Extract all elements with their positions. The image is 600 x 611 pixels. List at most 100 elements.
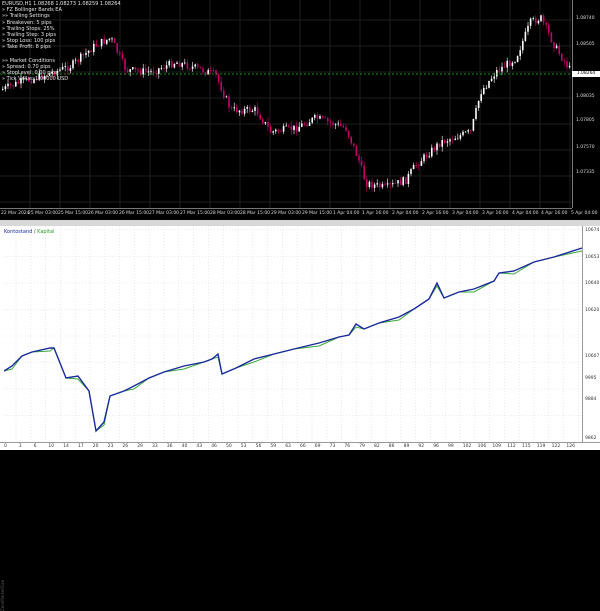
candle-body xyxy=(142,68,144,75)
candle-body xyxy=(272,131,274,133)
candle-body xyxy=(80,53,82,62)
market-conditions-block: »» Market Conditions » Spread: 0.70 pips… xyxy=(2,58,68,82)
candle-body xyxy=(126,70,129,72)
candle-body xyxy=(85,52,87,55)
candle-body xyxy=(301,123,303,127)
candle-body xyxy=(540,15,542,22)
trade-tick: 23 xyxy=(107,444,114,449)
candle-body xyxy=(353,143,355,146)
candle-body xyxy=(324,117,326,119)
candle-body xyxy=(119,52,121,55)
candle-body xyxy=(340,123,342,127)
trade-tick: 0 xyxy=(4,444,7,449)
candle-body xyxy=(90,50,92,53)
candle-body xyxy=(358,155,360,161)
candle-body xyxy=(134,67,137,70)
price-tick: 1.07570 xyxy=(576,145,595,150)
candle-body xyxy=(451,139,454,141)
trade-tick: 59 xyxy=(270,444,277,449)
trade-tick: 126 xyxy=(566,444,575,449)
candle-body xyxy=(217,74,220,82)
value-tick: 10607 xyxy=(585,354,600,359)
trade-tick: 69 xyxy=(314,444,321,449)
time-tick: 2 Apr 04:00 xyxy=(392,211,419,216)
candle-body xyxy=(568,65,571,68)
time-tick: 28 Mar 15:00 xyxy=(240,211,271,216)
time-tick: 1 Apr 04:00 xyxy=(333,211,360,216)
candle-body xyxy=(184,62,186,64)
value-tick: 9862 xyxy=(585,436,597,441)
candle-body xyxy=(477,100,480,108)
candle-body xyxy=(191,66,194,69)
candle-body xyxy=(251,110,254,112)
trade-tick: 122 xyxy=(551,444,561,449)
trade-tick: 89 xyxy=(403,444,410,449)
candle-body xyxy=(566,61,568,68)
candle-body xyxy=(363,165,365,180)
candle-body xyxy=(82,53,85,55)
current-price-label: 1.08264 xyxy=(572,71,600,77)
time-tick: 27 Mar 03:00 xyxy=(149,211,180,216)
candle-body xyxy=(464,131,467,133)
price-tick: 1.08505 xyxy=(576,42,595,47)
candle-body xyxy=(550,32,553,43)
legend-equity: Kapital xyxy=(37,229,55,235)
candle-body xyxy=(321,116,324,118)
candle-body xyxy=(199,66,202,69)
time-tick: 28 Mar 03:00 xyxy=(210,211,241,216)
trade-tick: 63 xyxy=(285,444,291,449)
trade-tick: 92 xyxy=(418,444,425,449)
trade-tick: 17 xyxy=(78,444,84,449)
equity-value-axis[interactable]: 10674 10653 10640 10620 10607 9995 9884 … xyxy=(582,226,600,442)
candle-body xyxy=(371,181,373,188)
candle-body xyxy=(360,160,363,166)
candle-body xyxy=(563,60,566,62)
candle-body xyxy=(236,107,238,113)
candle-body xyxy=(137,69,139,71)
candle-body xyxy=(243,108,246,114)
trade-tick: 82 xyxy=(374,444,380,449)
candle-body xyxy=(498,70,501,72)
candle-body xyxy=(376,183,378,185)
trade-tick: 102 xyxy=(462,444,472,449)
candle-body xyxy=(394,183,397,184)
time-tick: 25 Mar 03:00 xyxy=(28,211,59,216)
candle-body xyxy=(241,110,243,114)
candle-body xyxy=(280,131,282,133)
candle-body xyxy=(532,17,534,19)
candle-body xyxy=(480,94,482,101)
candle-body xyxy=(415,165,417,166)
equity-chart-panel[interactable]: Kontostand / Kapital 10674 10653 10640 1… xyxy=(0,226,600,611)
trade-tick: 86 xyxy=(388,444,395,449)
candle-body xyxy=(355,145,358,156)
candle-body xyxy=(366,179,368,187)
candle-body xyxy=(129,69,131,72)
price-axis[interactable]: 1.08740 1.08505 1.08035 1.07805 1.07570 … xyxy=(572,0,600,208)
price-chart-panel[interactable]: EURUSD,H1 1.08268 1.08273 1.08259 1.0826… xyxy=(0,0,600,220)
candle-body xyxy=(220,81,222,91)
candle-body xyxy=(545,22,547,25)
candle-body xyxy=(436,143,438,151)
candle-body xyxy=(212,70,215,72)
candle-body xyxy=(431,147,433,157)
candle-body xyxy=(519,50,521,57)
candle-body xyxy=(160,68,163,69)
time-tick: 29 Mar 15:00 xyxy=(302,211,333,216)
balance-equity-plot[interactable] xyxy=(4,226,582,442)
trade-tick: 33 xyxy=(152,444,158,449)
candle-body xyxy=(462,131,464,136)
trade-tick: 10 xyxy=(48,444,55,449)
balance-line xyxy=(4,247,582,433)
candle-body xyxy=(488,80,490,88)
candle-body xyxy=(542,15,545,23)
candle-body xyxy=(389,183,391,185)
candle-body xyxy=(444,140,446,143)
trade-tick: 109 xyxy=(492,444,501,449)
candle-body xyxy=(69,68,72,71)
candle-body xyxy=(306,124,308,126)
candle-body xyxy=(397,180,399,184)
candle-body xyxy=(402,177,404,186)
candle-body xyxy=(425,154,428,158)
candle-body xyxy=(121,54,124,59)
trade-tick: 53 xyxy=(240,444,247,449)
